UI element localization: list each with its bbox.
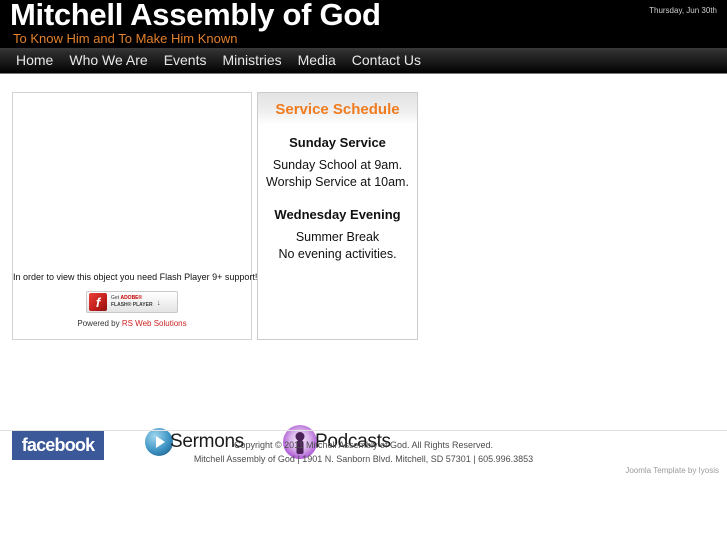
main-content-area: In order to view this object you need Fl… [0, 74, 727, 460]
flash-missing-message: In order to view this object you need Fl… [13, 272, 258, 282]
service-schedule-module: Service Schedule Sunday Service Sunday S… [257, 92, 418, 340]
powered-by-line: Powered by RS Web Solutions [13, 319, 251, 328]
service-schedule-header: Service Schedule [258, 93, 417, 125]
nav-item-media[interactable]: Media [290, 48, 344, 73]
adobe-get-label: Get ADOBE® [111, 295, 153, 302]
flash-media-box: In order to view this object you need Fl… [12, 92, 258, 340]
adobe-flash-labels: Get ADOBE® FLASH® PLAYER [111, 295, 153, 309]
nav-item-events[interactable]: Events [156, 48, 215, 73]
header-date: Thursday, Jun 30th [649, 6, 717, 15]
adobe-flash-icon: f [89, 293, 107, 311]
main-navigation: Home Who We Are Events Ministries Media … [0, 48, 727, 74]
footer-copyright: Copyright © 2011 Mitchell Assembly of Go… [233, 440, 494, 450]
footer-address: Mitchell Assembly of God | 1901 N. Sanbo… [193, 454, 534, 464]
nav-item-who-we-are[interactable]: Who We Are [61, 48, 155, 73]
site-tagline: To Know Him and To Make Him Known [13, 31, 238, 46]
nav-item-ministries[interactable]: Ministries [215, 48, 290, 73]
download-arrow-icon: ↓ [156, 297, 161, 307]
adobe-brand: ADOBE® [120, 295, 143, 301]
site-title: Mitchell Assembly of God [10, 0, 381, 32]
service-schedule-title: Service Schedule [275, 100, 400, 118]
adobe-flash-player-label: FLASH® PLAYER [111, 302, 153, 308]
wednesday-line-1: Summer Break [295, 230, 380, 244]
service-schedule-body: Sunday Service Sunday School at 9am. Wor… [258, 125, 417, 263]
worship-service-time: Worship Service at 10am. [266, 175, 409, 189]
nav-item-contact-us[interactable]: Contact Us [344, 48, 429, 73]
template-credit[interactable]: Joomla Template by Iyosis [625, 466, 719, 475]
nav-item-home[interactable]: Home [8, 48, 61, 73]
social-links-row: facebook Sermons Podcasts [12, 349, 712, 460]
schedule-spacer [258, 191, 417, 207]
get-adobe-flash-player-button[interactable]: f Get ADOBE® FLASH® PLAYER ↓ [86, 291, 178, 313]
site-header: Mitchell Assembly of God To Know Him and… [0, 0, 727, 48]
powered-by-prefix: Powered by [77, 319, 122, 328]
rs-web-solutions-link[interactable]: RS Web Solutions [122, 319, 187, 328]
sunday-service-heading: Sunday Service [289, 135, 386, 150]
wednesday-line-2: No evening activities. [278, 247, 397, 261]
sunday-school-time: Sunday School at 9am. [272, 158, 403, 172]
footer-divider [0, 430, 727, 431]
site-footer: Copyright © 2011 Mitchell Assembly of Go… [0, 438, 727, 466]
wednesday-evening-heading: Wednesday Evening [274, 207, 401, 222]
